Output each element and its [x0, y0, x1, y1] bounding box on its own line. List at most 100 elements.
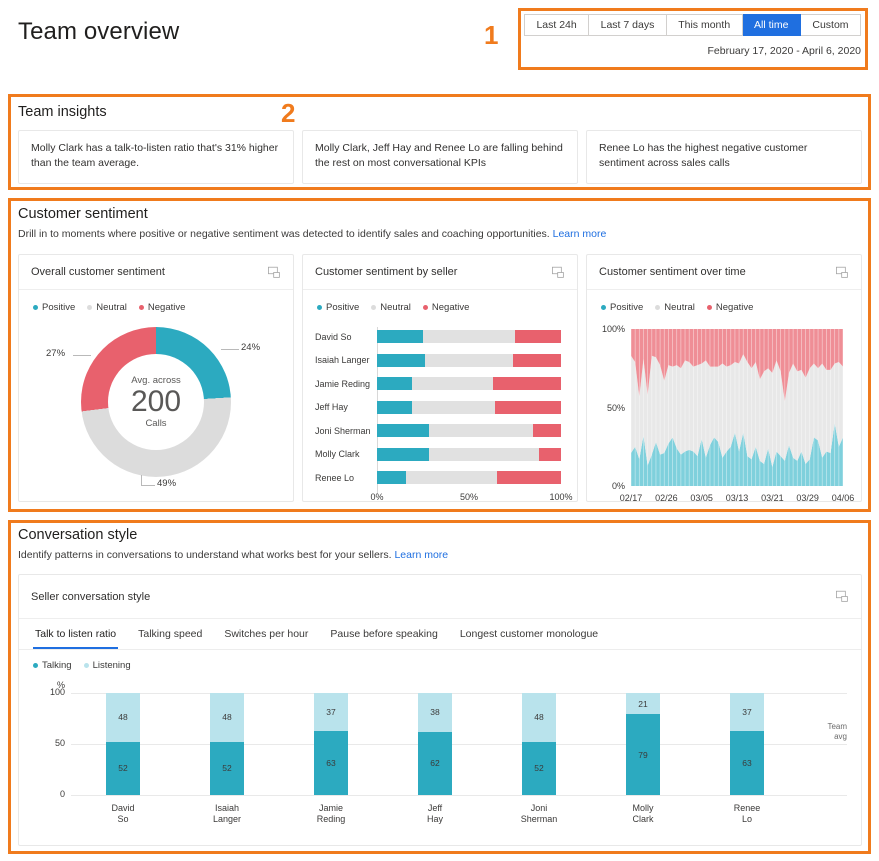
- seller-sentiment-row[interactable]: Molly Clark: [315, 445, 561, 464]
- bar-segment-listening: 21: [626, 693, 660, 714]
- legend-label-listening: Listening: [93, 660, 131, 671]
- card-header: Customer sentiment over time: [587, 255, 861, 290]
- bar-category-label: IsaiahLanger: [192, 803, 262, 826]
- tab-pause-before-speaking[interactable]: Pause before speaking: [328, 619, 439, 649]
- sentiment-segment-negative: [515, 330, 561, 343]
- bar-segment-listening: 38: [418, 693, 452, 732]
- seller-sentiment-row[interactable]: David So: [315, 327, 561, 346]
- legend-item-negative: Negative: [139, 302, 186, 313]
- seller-conversation-style-chart: %0501004852DavidSo4852IsaiahLanger3763Ja…: [33, 679, 847, 829]
- legend-label-positive: Positive: [42, 302, 75, 313]
- expand-icon[interactable]: [836, 266, 849, 279]
- conversation-style-learn-more-link[interactable]: Learn more: [394, 549, 448, 561]
- team-average-label: Teamavg: [801, 722, 847, 742]
- sentiment-segment-positive: [377, 424, 429, 437]
- legend-item-neutral: Neutral: [371, 302, 411, 313]
- card-title: Seller conversation style: [31, 591, 836, 603]
- expand-icon[interactable]: [268, 266, 281, 279]
- tab-switches-per-hour[interactable]: Switches per hour: [222, 619, 310, 649]
- x-axis-tick: 100%: [549, 492, 572, 502]
- expand-icon[interactable]: [836, 590, 849, 603]
- donut-label-positive: 24%: [241, 342, 260, 353]
- card-title: Customer sentiment over time: [599, 266, 836, 278]
- conversation-style-bar[interactable]: 3763: [730, 693, 764, 795]
- sentiment-segment-negative: [533, 424, 561, 437]
- x-axis-tick: 04/06: [832, 493, 855, 503]
- sentiment-legend: Positive Neutral Negative: [19, 290, 293, 313]
- seller-name-label: Renee Lo: [315, 473, 377, 483]
- date-range-custom[interactable]: Custom: [801, 14, 861, 36]
- sentiment-segment-positive: [377, 401, 412, 414]
- customer-sentiment-by-seller-card: Customer sentiment by seller Positive Ne…: [302, 254, 578, 502]
- date-range-this-month[interactable]: This month: [667, 14, 743, 36]
- bar-x-axis: 0%50%100%: [377, 492, 561, 504]
- tab-talk-to-listen-ratio[interactable]: Talk to listen ratio: [33, 619, 118, 649]
- conversation-style-bar[interactable]: 3862: [418, 693, 452, 795]
- card-header: Overall customer sentiment: [19, 255, 293, 290]
- card-title: Overall customer sentiment: [31, 266, 268, 278]
- seller-name-label: Joni Sherman: [315, 426, 377, 436]
- donut-center: Avg. across 200 Calls: [108, 354, 204, 450]
- seller-sentiment-row[interactable]: Isaiah Langer: [315, 351, 561, 370]
- x-axis-tick: 50%: [460, 492, 478, 502]
- insight-card[interactable]: Molly Clark has a talk-to-listen ratio t…: [18, 130, 294, 184]
- sentiment-segment-negative: [539, 448, 561, 461]
- bar-category-label: MollyClark: [608, 803, 678, 826]
- seller-sentiment-row[interactable]: Joni Sherman: [315, 421, 561, 440]
- sentiment-over-time-chart: 0%50%100%02/1702/2603/0503/1303/2103/290…: [601, 323, 847, 508]
- date-range-last-7-days[interactable]: Last 7 days: [589, 14, 667, 36]
- seller-sentiment-bars: David So Isaiah Langer Jamie Reding Jeff Ha…: [315, 327, 561, 504]
- bar-category-label: DavidSo: [88, 803, 158, 826]
- insight-card[interactable]: Molly Clark, Jeff Hay and Renee Lo are f…: [302, 130, 578, 184]
- card-header: Customer sentiment by seller: [303, 255, 577, 290]
- seller-sentiment-row[interactable]: Jeff Hay: [315, 398, 561, 417]
- bar-segment-listening: 37: [730, 693, 764, 731]
- tab-longest-customer-monologue[interactable]: Longest customer monologue: [458, 619, 600, 649]
- annotation-number-1: 1: [484, 22, 498, 48]
- sentiment-legend: Positive Neutral Negative: [587, 290, 861, 313]
- bar-segment-listening: 48: [210, 693, 244, 742]
- conversation-style-bar[interactable]: 4852: [210, 693, 244, 795]
- date-range-all-time[interactable]: All time: [743, 14, 801, 36]
- seller-sentiment-row[interactable]: Jamie Reding: [315, 374, 561, 393]
- expand-icon[interactable]: [552, 266, 565, 279]
- legend-item-positive: Positive: [601, 302, 643, 313]
- sentiment-segment-negative: [497, 471, 561, 484]
- overall-sentiment-donut: Avg. across 200 Calls 24% 27% 49%: [81, 327, 231, 477]
- seller-conversation-style-card: Seller conversation style Talk to listen…: [18, 574, 862, 846]
- seller-name-label: David So: [315, 332, 377, 342]
- bar-segment-talking: 62: [418, 732, 452, 795]
- x-axis-tick: 03/13: [726, 493, 749, 503]
- conversation-style-tabs: Talk to listen ratio Talking speed Switc…: [19, 619, 861, 650]
- conversation-style-subtitle-text: Identify patterns in conversations to un…: [18, 549, 392, 561]
- donut-label-neutral: 49%: [157, 478, 176, 489]
- seller-sentiment-row[interactable]: Renee Lo: [315, 468, 561, 487]
- customer-sentiment-learn-more-link[interactable]: Learn more: [553, 228, 607, 240]
- legend-dot-negative: [423, 305, 428, 310]
- x-axis-tick: 03/05: [690, 493, 713, 503]
- conversation-style-bar[interactable]: 2179: [626, 693, 660, 795]
- legend-dot-neutral: [371, 305, 376, 310]
- seller-sentiment-track: [377, 377, 561, 390]
- legend-dot-listening: [84, 663, 89, 668]
- date-range-last-24h[interactable]: Last 24h: [524, 14, 589, 36]
- insight-card[interactable]: Renee Lo has the highest negative custom…: [586, 130, 862, 184]
- bar-category-label: JoniSherman: [504, 803, 574, 826]
- sentiment-segment-positive: [377, 354, 425, 367]
- sentiment-legend: Positive Neutral Negative: [303, 290, 577, 313]
- date-range-segmented-buttons[interactable]: Last 24h Last 7 days This month All time…: [524, 14, 861, 36]
- legend-label-neutral: Neutral: [96, 302, 127, 313]
- conversation-style-header: Conversation style Identify patterns in …: [18, 527, 861, 561]
- overall-customer-sentiment-card: Overall customer sentiment Positive Neut…: [18, 254, 294, 502]
- date-range-control: Last 24h Last 7 days This month All time…: [524, 14, 861, 57]
- conversation-style-bar[interactable]: 3763: [314, 693, 348, 795]
- tab-talking-speed[interactable]: Talking speed: [136, 619, 204, 649]
- conversation-style-bar[interactable]: 4852: [106, 693, 140, 795]
- customer-sentiment-subtitle: Drill in to moments where positive or ne…: [18, 228, 861, 240]
- donut-leader-neutral-v: [141, 475, 142, 485]
- conversation-style-bar[interactable]: 4852: [522, 693, 556, 795]
- sentiment-segment-negative: [493, 377, 561, 390]
- card-title: Customer sentiment by seller: [315, 266, 552, 278]
- legend-item-neutral: Neutral: [87, 302, 127, 313]
- customer-sentiment-subtitle-text: Drill in to moments where positive or ne…: [18, 228, 550, 240]
